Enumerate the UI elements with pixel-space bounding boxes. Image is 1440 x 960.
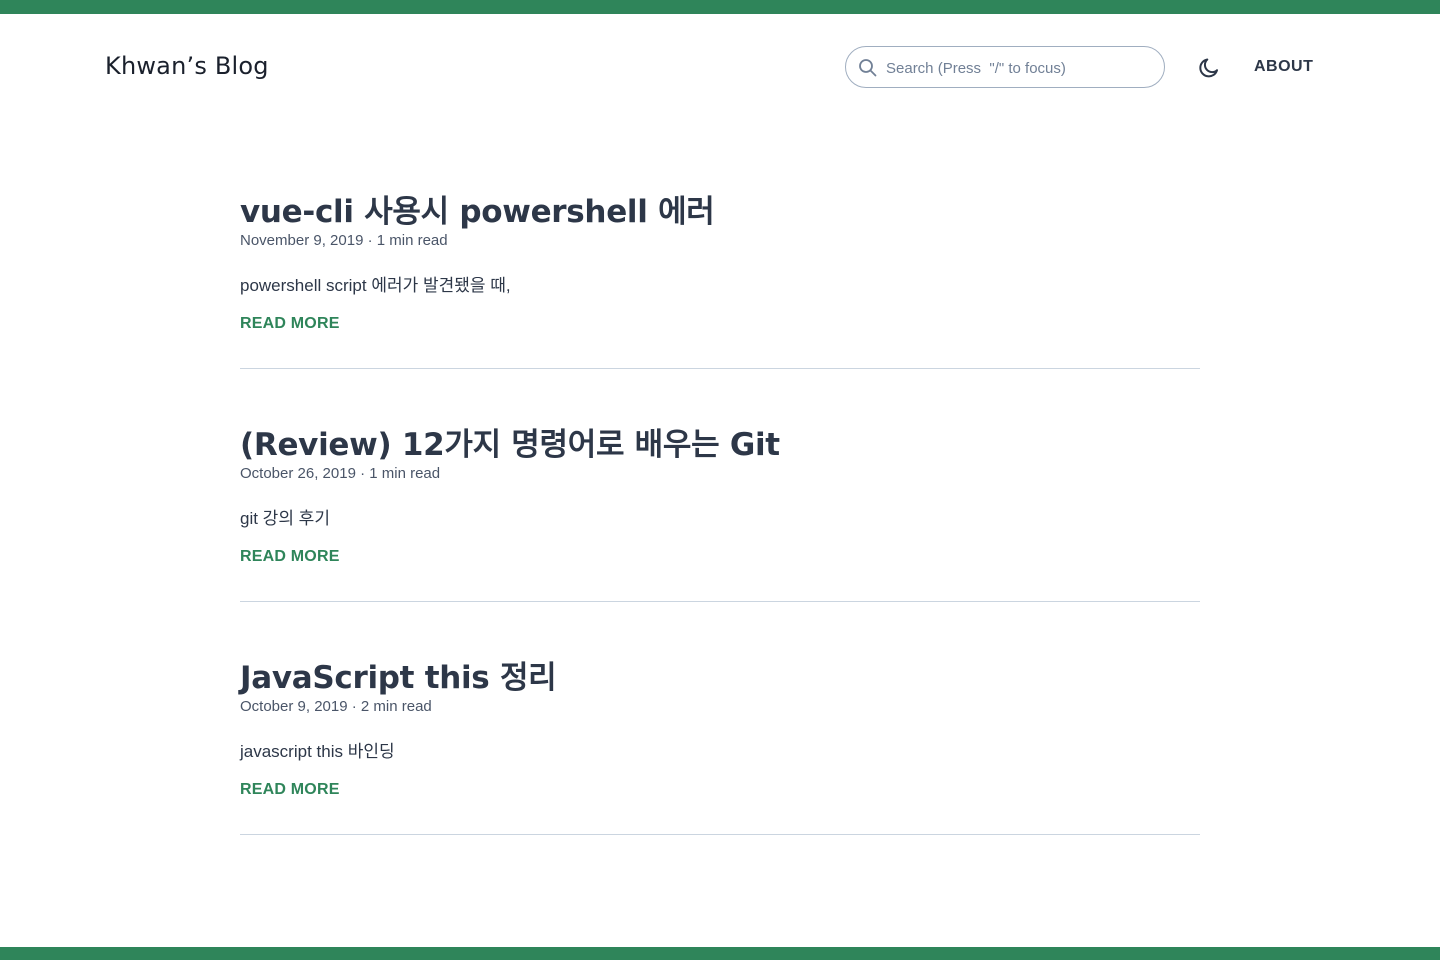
- post-item: JavaScript this 정리 October 9, 2019 · 2 m…: [240, 646, 1200, 835]
- theme-toggle-button[interactable]: [1196, 55, 1222, 81]
- post-list: vue-cli 사용시 powershell 에러 November 9, 20…: [240, 180, 1200, 835]
- read-more-link[interactable]: READ MORE: [240, 548, 340, 566]
- moon-icon: [1196, 58, 1222, 84]
- search-box[interactable]: [845, 46, 1165, 88]
- post-excerpt: git 강의 후기: [240, 509, 330, 528]
- search-icon: [858, 58, 878, 78]
- post-title[interactable]: vue-cli 사용시 powershell 에러: [240, 186, 715, 231]
- post-meta: October 26, 2019 · 1 min read: [240, 465, 441, 482]
- post-item: (Review) 12가지 명령어로 배우는 Git October 26, 2…: [240, 413, 1200, 602]
- read-more-link[interactable]: READ MORE: [240, 781, 340, 799]
- nav-about-link[interactable]: ABOUT: [1254, 58, 1313, 76]
- post-excerpt: javascript this 바인딩: [240, 742, 395, 761]
- post-excerpt: powershell script 에러가 발견됐을 때,: [240, 276, 511, 295]
- post-title[interactable]: JavaScript this 정리: [240, 652, 557, 697]
- post-meta: November 9, 2019 · 1 min read: [240, 232, 448, 249]
- read-more-link[interactable]: READ MORE: [240, 315, 340, 333]
- search-input[interactable]: [886, 57, 1154, 79]
- top-accent-bar: [0, 0, 1440, 14]
- post-item: vue-cli 사용시 powershell 에러 November 9, 20…: [240, 180, 1200, 369]
- site-title[interactable]: Khwan’s Blog: [105, 52, 269, 80]
- post-meta: October 9, 2019 · 2 min read: [240, 698, 432, 715]
- post-title[interactable]: (Review) 12가지 명령어로 배우는 Git: [240, 419, 780, 464]
- site-header: Khwan’s Blog ABOUT: [0, 14, 1440, 120]
- bottom-accent-bar: [0, 947, 1440, 960]
